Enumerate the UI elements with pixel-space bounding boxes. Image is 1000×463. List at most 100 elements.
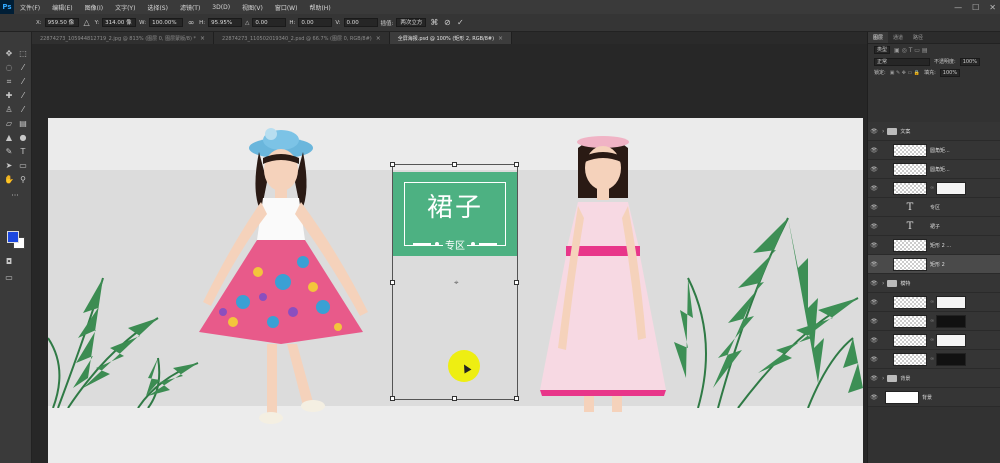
eye-icon[interactable]: 👁 <box>868 128 880 135</box>
transform-handle[interactable] <box>514 396 519 401</box>
minimize-button[interactable]: — <box>954 3 962 12</box>
transform-handle[interactable] <box>514 280 519 285</box>
reference-point-icon[interactable]: △ <box>82 18 92 27</box>
eye-icon[interactable]: 👁 <box>868 204 880 211</box>
interpolation-select[interactable]: 两次立方 <box>396 18 427 27</box>
filter-icons[interactable]: ▣ ◎ T ▭ ▤ <box>894 47 928 54</box>
lasso-icon[interactable]: ◌ <box>3 62 15 74</box>
maximize-button[interactable]: ☐ <box>972 3 979 12</box>
blend-mode-select[interactable]: 正常 <box>874 57 930 66</box>
layer-row[interactable]: 👁 圆角矩... <box>868 141 1000 160</box>
close-icon[interactable]: × <box>498 35 503 42</box>
stamp-icon[interactable]: ♙ <box>3 104 15 116</box>
shape-icon[interactable]: ▭ <box>17 160 29 172</box>
layer-row[interactable]: 👁 T 专区 <box>868 198 1000 217</box>
lock-icons[interactable]: ▣ ✎ ✥ ▭ 🔒 <box>890 70 920 76</box>
eraser-icon[interactable]: ▱ <box>3 118 15 130</box>
fill-field[interactable]: 100% <box>939 68 961 77</box>
menu-3d[interactable]: 3D(D) <box>206 4 236 11</box>
layer-row[interactable]: 👁 ∞ <box>868 331 1000 350</box>
chevron-right-icon[interactable]: › <box>882 280 884 287</box>
menu-window[interactable]: 窗口(W) <box>269 3 304 12</box>
layer-row[interactable]: 👁 › 背景 <box>868 369 1000 388</box>
menu-image[interactable]: 图像(I) <box>79 3 109 12</box>
more-tools-icon[interactable]: ··· <box>9 190 21 202</box>
transform-handle[interactable] <box>452 396 457 401</box>
magic-wand-icon[interactable]: ⁄ <box>17 62 29 74</box>
layer-row[interactable]: 👁 矩形 2 <box>868 255 1000 274</box>
tab-layers[interactable]: 图层 <box>868 32 889 43</box>
menu-select[interactable]: 选择(S) <box>141 3 174 12</box>
layer-row[interactable]: 👁 ∞ <box>868 179 1000 198</box>
chevron-right-icon[interactable]: › <box>882 128 884 135</box>
blur-icon[interactable]: ▲ <box>3 132 15 144</box>
quick-mask-icon[interactable]: ◘ <box>3 256 15 268</box>
transform-handle[interactable] <box>390 162 395 167</box>
eye-icon[interactable]: 👁 <box>868 299 880 306</box>
pen-icon[interactable]: ✎ <box>3 146 15 158</box>
type-icon[interactable]: T <box>17 146 29 158</box>
zoom-icon[interactable]: ⚲ <box>17 174 29 186</box>
menu-file[interactable]: 文件(F) <box>14 3 46 12</box>
hand-icon[interactable]: ✋ <box>3 174 15 186</box>
height-field[interactable]: 95.95% <box>208 18 243 27</box>
eye-icon[interactable]: 👁 <box>868 318 880 325</box>
layer-row[interactable]: 👁 ∞ <box>868 350 1000 369</box>
dodge-icon[interactable]: ● <box>17 132 29 144</box>
close-icon[interactable]: × <box>376 35 381 42</box>
eye-icon[interactable]: 👁 <box>868 394 880 401</box>
eye-icon[interactable]: 👁 <box>868 261 880 268</box>
mask-thumbnail[interactable] <box>936 295 966 309</box>
layer-row[interactable]: 👁 › 文案 <box>868 122 1000 141</box>
transform-handle[interactable] <box>514 162 519 167</box>
crop-icon[interactable]: ⌗ <box>3 76 15 88</box>
angle-field[interactable]: 0.00 <box>252 18 287 27</box>
cancel-transform-icon[interactable]: ⊘ <box>442 18 452 27</box>
transform-center-icon[interactable]: ⌖ <box>454 278 459 288</box>
eye-icon[interactable]: 👁 <box>868 147 880 154</box>
close-button[interactable]: ✕ <box>989 3 996 12</box>
eye-icon[interactable]: 👁 <box>868 185 880 192</box>
eye-icon[interactable]: 👁 <box>868 337 880 344</box>
transform-handle[interactable] <box>390 396 395 401</box>
tab-paths[interactable]: 路径 <box>908 32 928 43</box>
gradient-icon[interactable]: ▤ <box>17 118 29 130</box>
eye-icon[interactable]: 👁 <box>868 356 880 363</box>
mask-thumbnail[interactable] <box>936 181 966 195</box>
screen-mode-icon[interactable]: ▭ <box>3 272 15 284</box>
menu-view[interactable]: 视图(V) <box>236 3 269 12</box>
y-field[interactable]: 314.00 像 <box>102 18 137 27</box>
commit-transform-icon[interactable]: ✓ <box>455 18 465 27</box>
menu-filter[interactable]: 滤镜(T) <box>174 3 206 12</box>
tab-document-2[interactable]: 22874273_110502019340_2.psd @ 66.7% (图层 … <box>214 32 390 44</box>
tab-document-active[interactable]: 全屏海报.psd @ 100% (矩形 2, RGB/8#) × <box>389 32 513 44</box>
transform-handle[interactable] <box>452 162 457 167</box>
layer-row[interactable]: 👁 ∞ <box>868 312 1000 331</box>
path-select-icon[interactable]: ➤ <box>3 160 15 172</box>
poster-canvas[interactable]: 裙子 专区 ⌖ <box>48 118 863 463</box>
layer-row[interactable]: 👁 背景 <box>868 388 1000 407</box>
mask-thumbnail[interactable] <box>936 333 966 347</box>
eye-icon[interactable]: 👁 <box>868 166 880 173</box>
menu-type[interactable]: 文字(Y) <box>109 3 141 12</box>
transform-handle[interactable] <box>390 280 395 285</box>
vskew-field[interactable]: 0.00 <box>343 18 378 27</box>
brush-icon[interactable]: ⁄ <box>17 90 29 102</box>
foreground-color-swatch[interactable] <box>7 231 19 243</box>
eye-icon[interactable]: 👁 <box>868 242 880 249</box>
mask-thumbnail[interactable] <box>936 352 966 366</box>
tab-document-1[interactable]: 22874273_105944812719_2.jpg @ 813% (图层 0… <box>32 32 215 44</box>
opacity-field[interactable]: 100% <box>959 57 980 66</box>
canvas-workspace[interactable]: 裙子 专区 ⌖ <box>32 44 867 463</box>
layer-row[interactable]: 👁 矩形 2 ... <box>868 236 1000 255</box>
x-field[interactable]: 959.50 像 <box>44 18 79 27</box>
layer-row[interactable]: 👁 ∞ <box>868 293 1000 312</box>
layer-row[interactable]: 👁 › 模特 <box>868 274 1000 293</box>
layer-row[interactable]: 👁 圆角矩... <box>868 160 1000 179</box>
layer-row[interactable]: 👁 T 裙子 <box>868 217 1000 236</box>
menu-edit[interactable]: 编辑(E) <box>46 3 78 12</box>
mask-thumbnail[interactable] <box>936 314 966 328</box>
hskew-field[interactable]: 0.00 <box>298 18 333 27</box>
eyedropper-icon[interactable]: ⁄ <box>17 76 29 88</box>
width-field[interactable]: 100.00% <box>149 18 184 27</box>
